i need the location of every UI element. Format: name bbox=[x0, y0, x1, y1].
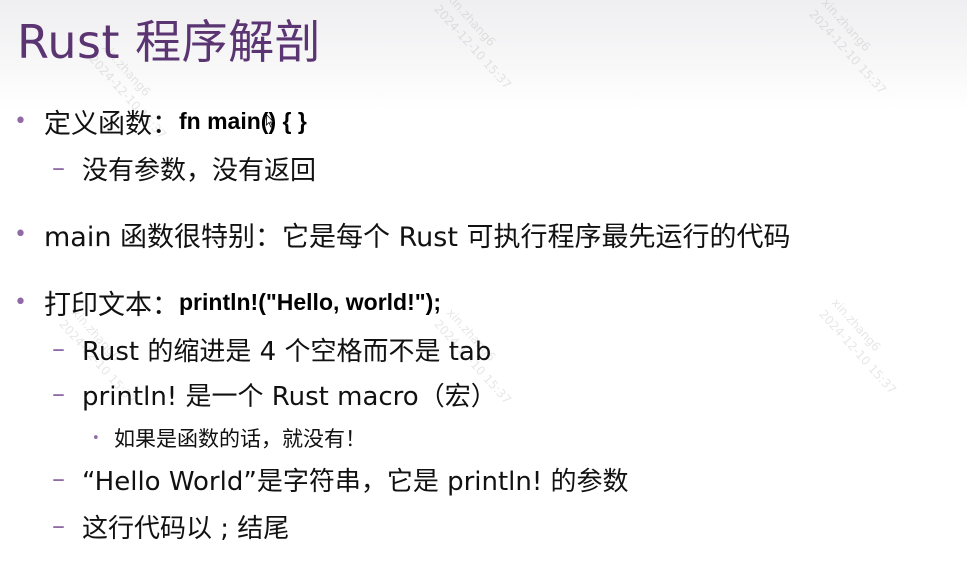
bullet-text: main 函数很特别：它是每个 Rust 可执行程序最先运行的代码 bbox=[44, 222, 791, 253]
sub-item: – 这行代码以 ; 结尾 bbox=[52, 508, 289, 545]
sub-item-text: “Hello World”是字符串，它是 println! 的参数 bbox=[82, 467, 629, 497]
sub-item: – “Hello World”是字符串，它是 println! 的参数 bbox=[52, 461, 629, 498]
watermark: xin.zhang6 2024-12-10 15:37 bbox=[805, 0, 903, 98]
bullet-item-print-text: • 打印文本： println!("Hello, world!"); bbox=[14, 283, 441, 322]
sub-sub-item: • 如果是函数的话，就没有！ bbox=[92, 423, 366, 453]
bullet-icon: • bbox=[14, 290, 27, 315]
dash-icon: – bbox=[52, 378, 65, 409]
dash-icon: – bbox=[52, 152, 65, 183]
watermark-user: xin.zhang6 bbox=[443, 0, 499, 50]
mouse-cursor-icon bbox=[266, 114, 274, 128]
bullet-icon: • bbox=[92, 430, 100, 446]
bullet-text: 打印文本： bbox=[44, 290, 179, 321]
sub-item-text: println! 是一个 Rust macro（宏） bbox=[82, 382, 497, 412]
bullet-icon: • bbox=[14, 109, 27, 134]
bullet-item-define-function: • 定义函数： fn main() { } bbox=[14, 102, 307, 141]
dash-icon: – bbox=[52, 510, 65, 541]
watermark-user: xin.zhang6 bbox=[818, 0, 874, 55]
slide: xin.zhang6 2024-12-10 15:37 xin.zhang6 2… bbox=[0, 0, 967, 564]
watermark: xin.zhang6 2024-12-10 15:37 bbox=[815, 295, 913, 398]
sub-item: – Rust 的缩进是 4 个空格而不是 tab bbox=[52, 331, 491, 368]
watermark-user: xin.zhang6 bbox=[828, 295, 884, 355]
sub-item: – 没有参数，没有返回 bbox=[52, 150, 316, 187]
bullet-icon: • bbox=[14, 222, 27, 247]
watermark: xin.zhang6 2024-12-10 15:37 bbox=[430, 0, 528, 93]
bullet-text: 定义函数： bbox=[44, 109, 179, 140]
sub-item-text: 这行代码以 ; 结尾 bbox=[82, 514, 290, 544]
watermark-date: 2024-12-10 15:37 bbox=[806, 7, 889, 97]
sub-item-text: 没有参数，没有返回 bbox=[82, 156, 317, 186]
sub-item: – println! 是一个 Rust macro（宏） bbox=[52, 376, 497, 413]
dash-icon: – bbox=[52, 463, 65, 494]
slide-title: Rust 程序解剖 bbox=[17, 15, 322, 69]
code-snippet: println!("Hello, world!"); bbox=[179, 289, 441, 315]
bullet-item-main-special: • main 函数很特别：它是每个 Rust 可执行程序最先运行的代码 bbox=[14, 215, 791, 254]
sub-sub-item-text: 如果是函数的话，就没有！ bbox=[114, 427, 366, 451]
dash-icon: – bbox=[52, 333, 65, 364]
code-snippet: fn main() { } bbox=[179, 108, 307, 134]
watermark-date: 2024-12-10 15:37 bbox=[431, 2, 514, 92]
sub-item-text: Rust 的缩进是 4 个空格而不是 tab bbox=[82, 337, 492, 367]
watermark-date: 2024-12-10 15:37 bbox=[816, 307, 899, 397]
